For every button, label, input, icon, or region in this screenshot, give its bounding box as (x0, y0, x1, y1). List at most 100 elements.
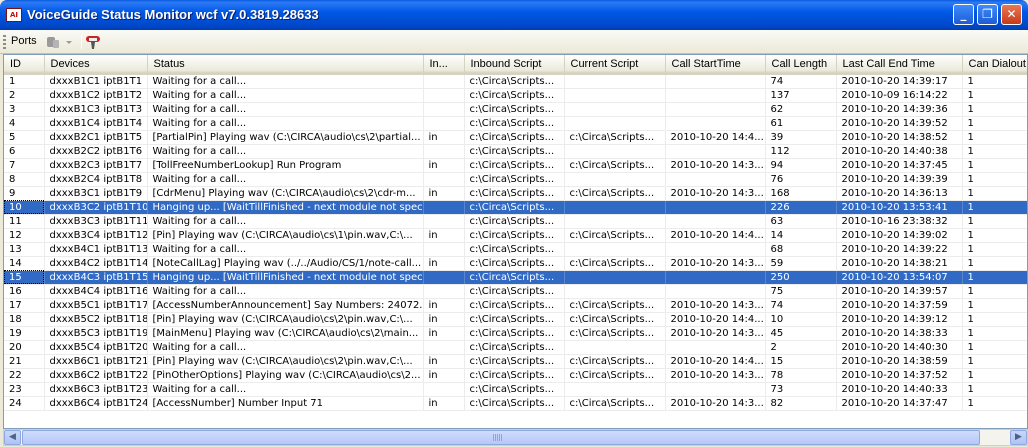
cell-status: Waiting for a call... (147, 284, 424, 299)
cell-device: dxxxB3C1 iptB1T9 (44, 186, 148, 201)
table-row[interactable]: 6 dxxxB2C2 iptB1T6 Waiting for a call... c:… (4, 144, 1027, 159)
cell-id: 5 (4, 130, 45, 145)
cell-call-length: 62 (765, 102, 837, 117)
cell-status: [TollFreeNumberLookup] Run Program (147, 158, 424, 173)
table-row[interactable]: 1 dxxxB1C1 iptB1T1 Waiting for a call... c:… (4, 74, 1027, 89)
toolbar-grip[interactable] (3, 35, 6, 49)
cell-current-script: c:\Circa\Scripts... (564, 368, 666, 383)
close-button[interactable]: ✕ (1001, 4, 1022, 25)
column-header-inbound-script[interactable]: Inbound Script (464, 55, 565, 75)
cell-in: in (423, 354, 465, 369)
ports-menu[interactable]: Ports (11, 35, 37, 47)
column-header-current-script[interactable]: Current Script (564, 55, 666, 75)
cell-inbound-script: c:\Circa\Scripts... (464, 172, 565, 187)
table-header: ID Devices Status In... Inbound Script C… (4, 55, 1027, 75)
scroll-left-button[interactable]: ◀ (4, 430, 21, 445)
cell-device: dxxxB2C4 iptB1T8 (44, 172, 148, 187)
cell-status: [Pin] Playing wav (C:\CIRCA\audio\cs\2\p… (147, 312, 424, 327)
table-row[interactable]: 10 dxxxB3C2 iptB1T10 Hanging up... [WaitTi… (4, 200, 1027, 215)
cell-last-call-end-time: 2010-10-20 14:38:33 (836, 326, 963, 341)
table-row[interactable]: 14 dxxxB4C2 iptB1T14 [NoteCallLag] Playing… (4, 256, 1027, 271)
disconnect-icon[interactable] (85, 34, 101, 50)
table-row[interactable]: 19 dxxxB5C3 iptB1T19 [MainMenu] Playing wa… (4, 326, 1027, 341)
table-row[interactable]: 8 dxxxB2C4 iptB1T8 Waiting for a call... c:… (4, 172, 1027, 187)
cell-id: 22 (4, 368, 45, 383)
scroll-right-button[interactable]: ▶ (1010, 430, 1027, 445)
cell-call-length: 2 (765, 340, 837, 355)
cell-in (423, 382, 465, 397)
table-row[interactable]: 4 dxxxB1C4 iptB1T4 Waiting for a call... c:… (4, 116, 1027, 131)
cell-can-dialout: 1 (962, 312, 1027, 327)
column-header-call-length[interactable]: Call Length (765, 55, 837, 75)
table-row[interactable]: 21 dxxxB6C1 iptB1T21 [Pin] Playing wav (C:… (4, 354, 1027, 369)
title-bar[interactable]: AI VoiceGuide Status Monitor wcf v7.0.38… (0, 0, 1028, 30)
column-header-call-starttime[interactable]: Call StartTime (665, 55, 766, 75)
table-row[interactable]: 18 dxxxB5C2 iptB1T18 [Pin] Playing wav (C:… (4, 312, 1027, 327)
table-row[interactable]: 15 dxxxB4C3 iptB1T15 Hanging up... [WaitTi… (4, 270, 1027, 285)
column-header-id[interactable]: ID (4, 55, 45, 75)
cell-inbound-script: c:\Circa\Scripts... (464, 88, 565, 103)
table-row[interactable]: 9 dxxxB3C1 iptB1T9 [CdrMenu] Playing wav (… (4, 186, 1027, 201)
table-row[interactable]: 23 dxxxB6C3 iptB1T23 Waiting for a call...… (4, 382, 1027, 397)
table-row[interactable]: 11 dxxxB3C3 iptB1T11 Waiting for a call...… (4, 214, 1027, 229)
cell-device: dxxxB2C3 iptB1T7 (44, 158, 148, 173)
horizontal-scrollbar[interactable]: ◀ ▶ (3, 429, 1028, 446)
cell-last-call-end-time: 2010-10-20 14:39:22 (836, 242, 963, 257)
cell-last-call-end-time: 2010-10-20 14:40:38 (836, 144, 963, 159)
cell-call-starttime (665, 200, 766, 215)
cell-in: in (423, 158, 465, 173)
table-row[interactable]: 24 dxxxB6C4 iptB1T24 [AccessNumber] Number… (4, 396, 1027, 411)
cell-last-call-end-time: 2010-10-20 14:39:12 (836, 312, 963, 327)
column-header-last-call-end-time[interactable]: Last Call End Time (836, 55, 963, 75)
cell-call-starttime: 2010-10-20 14:3... (665, 396, 766, 411)
cell-in: in (423, 326, 465, 341)
cell-in (423, 144, 465, 159)
table-row[interactable]: 16 dxxxB4C4 iptB1T16 Waiting for a call...… (4, 284, 1027, 299)
ports-grid[interactable]: ID Devices Status In... Inbound Script C… (3, 54, 1028, 429)
table-row[interactable]: 12 dxxxB3C4 iptB1T12 [Pin] Playing wav (C:… (4, 228, 1027, 243)
table-row[interactable]: 13 dxxxB4C1 iptB1T13 Waiting for a call...… (4, 242, 1027, 257)
cell-call-starttime (665, 74, 766, 89)
cell-inbound-script: c:\Circa\Scripts... (464, 256, 565, 271)
cell-call-length: 39 (765, 130, 837, 145)
cell-in: in (423, 228, 465, 243)
cell-in (423, 242, 465, 257)
cell-last-call-end-time: 2010-10-20 13:53:41 (836, 200, 963, 215)
cell-current-script: c:\Circa\Scripts... (564, 186, 666, 201)
table-row[interactable]: 22 dxxxB6C2 iptB1T22 [PinOtherOptions] Pla… (4, 368, 1027, 383)
cell-call-length: 59 (765, 256, 837, 271)
column-header-can-dialout[interactable]: Can Dialout (962, 55, 1027, 75)
cell-call-starttime: 2010-10-20 14:4... (665, 354, 766, 369)
table-row[interactable]: 17 dxxxB5C1 iptB1T17 [AccessNumberAnnounce… (4, 298, 1027, 313)
cell-call-length: 74 (765, 298, 837, 313)
restore-button[interactable]: ❐ (977, 4, 998, 25)
minimize-button[interactable]: _ (953, 4, 974, 25)
cell-call-length: 94 (765, 158, 837, 173)
cell-device: dxxxB3C3 iptB1T11 (44, 214, 148, 229)
cell-inbound-script: c:\Circa\Scripts... (464, 130, 565, 145)
table-row[interactable]: 3 dxxxB1C3 iptB1T3 Waiting for a call... c:… (4, 102, 1027, 117)
phone-dropdown-icon[interactable] (45, 34, 75, 50)
cell-inbound-script: c:\Circa\Scripts... (464, 242, 565, 257)
cell-last-call-end-time: 2010-10-20 14:39:52 (836, 116, 963, 131)
cell-call-starttime (665, 284, 766, 299)
table-row[interactable]: 5 dxxxB2C1 iptB1T5 [PartialPin] Playing wa… (4, 130, 1027, 145)
cell-current-script: c:\Circa\Scripts... (564, 396, 666, 411)
cell-current-script: c:\Circa\Scripts... (564, 312, 666, 327)
cell-can-dialout: 1 (962, 186, 1027, 201)
table-row[interactable]: 2 dxxxB1C2 iptB1T2 Waiting for a call... c:… (4, 88, 1027, 103)
cell-can-dialout: 1 (962, 102, 1027, 117)
column-header-status[interactable]: Status (147, 55, 424, 75)
column-header-in[interactable]: In... (423, 55, 465, 75)
cell-device: dxxxB2C1 iptB1T5 (44, 130, 148, 145)
table-row[interactable]: 7 dxxxB2C3 iptB1T7 [TollFreeNumberLookup] … (4, 158, 1027, 173)
cell-in (423, 172, 465, 187)
cell-can-dialout: 1 (962, 284, 1027, 299)
table-row[interactable]: 20 dxxxB5C4 iptB1T20 Waiting for a call...… (4, 340, 1027, 355)
column-header-devices[interactable]: Devices (44, 55, 148, 75)
scroll-thumb[interactable] (22, 430, 980, 445)
cell-last-call-end-time: 2010-10-20 14:37:47 (836, 396, 963, 411)
cell-call-length: 63 (765, 214, 837, 229)
cell-can-dialout: 1 (962, 242, 1027, 257)
cell-call-starttime: 2010-10-20 14:3... (665, 368, 766, 383)
